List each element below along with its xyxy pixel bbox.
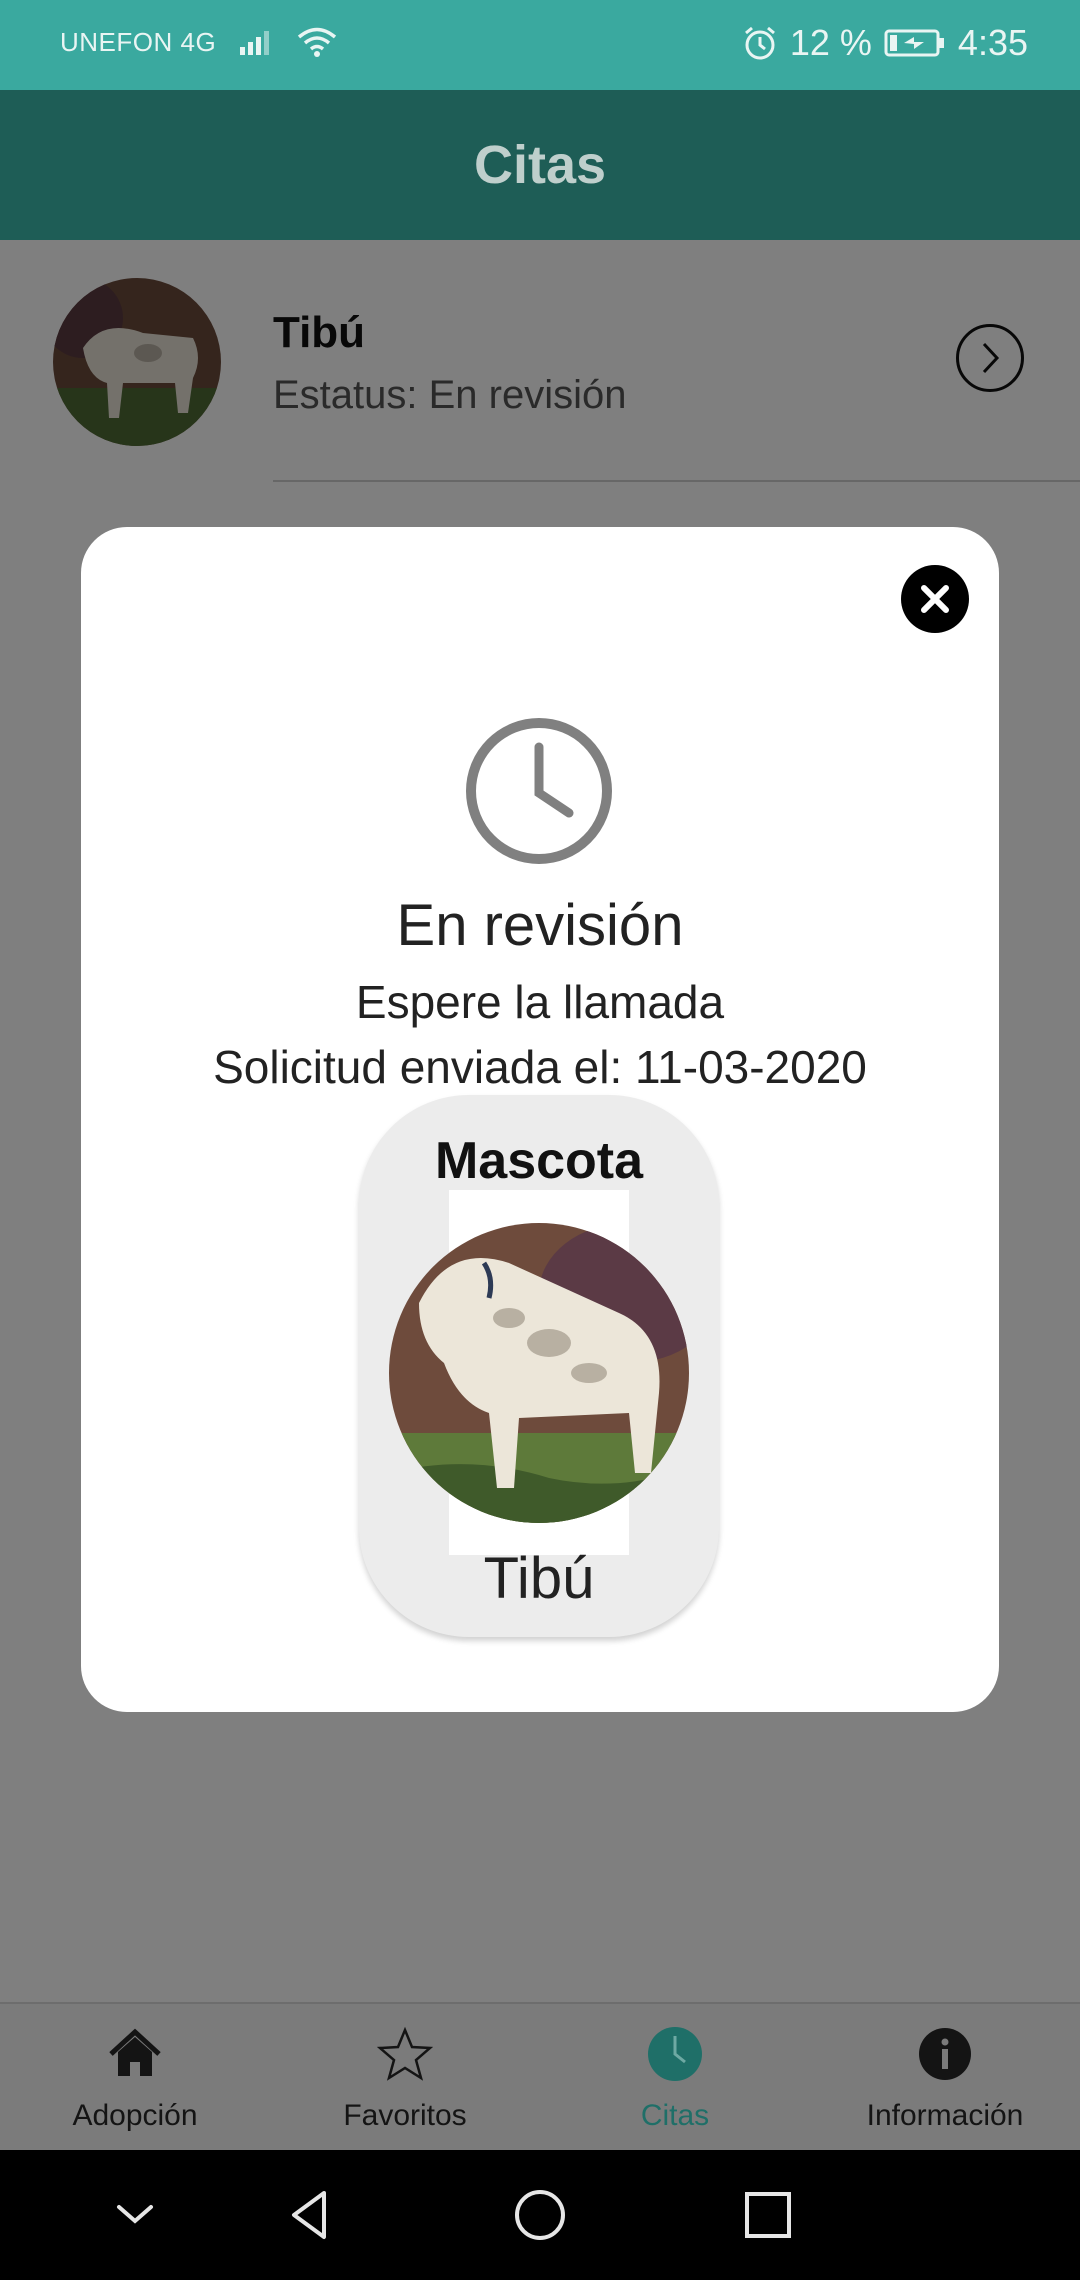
clock-icon	[648, 2027, 702, 2081]
close-icon	[921, 585, 949, 613]
nav-label: Información	[866, 2099, 1024, 2132]
system-nav-bar	[0, 2150, 1080, 2280]
nav-label: Adopción	[72, 2099, 198, 2132]
pet-card: Mascota Tibú	[359, 1095, 719, 1637]
carrier-label: UNEFON 4G	[60, 26, 217, 57]
nav-item-citas[interactable]: Citas	[540, 2004, 810, 2152]
clock-time: 4:35	[957, 22, 1028, 63]
nav-item-favoritos[interactable]: Favoritos	[270, 2004, 540, 2152]
status-bar: UNEFON 4G 12 % 4:35	[0, 0, 1080, 90]
recents-icon[interactable]	[738, 2185, 798, 2245]
close-button[interactable]	[901, 565, 969, 633]
request-date: Solicitud enviada el: 11-03-2020	[213, 1041, 867, 1093]
modal-subtitle: Espere la llamada	[355, 976, 725, 1028]
home-icon	[109, 2028, 161, 2076]
star-icon	[376, 2026, 434, 2081]
nav-label: Favoritos	[343, 2099, 467, 2132]
page-title: Citas	[473, 135, 607, 195]
bottom-nav: Adopción Favoritos Citas Información	[0, 2002, 1080, 2152]
nav-item-informacion[interactable]: Información	[810, 2004, 1080, 2152]
app-bar: Citas	[0, 90, 1080, 240]
battery-percent: 12 %	[789, 22, 872, 63]
alarm-icon	[744, 26, 775, 60]
nav-item-adopcion[interactable]: Adopción	[0, 2004, 270, 2152]
nav-label: Citas	[640, 2099, 710, 2132]
signal-icon	[240, 31, 270, 55]
clock-icon	[466, 718, 612, 864]
home-button-icon[interactable]	[510, 2185, 570, 2245]
wifi-icon	[298, 27, 337, 57]
back-icon[interactable]	[280, 2185, 340, 2245]
chevron-down-icon[interactable]	[105, 2185, 165, 2245]
battery-charging-icon	[884, 29, 944, 57]
status-modal: En revisión Espere la llamada Solicitud …	[81, 527, 999, 1712]
pet-photo	[389, 1223, 689, 1523]
pet-card-name: Tibú	[483, 1546, 595, 1611]
modal-title: En revisión	[396, 893, 684, 958]
info-icon	[919, 2028, 971, 2080]
pet-card-label: Mascota	[434, 1132, 644, 1190]
